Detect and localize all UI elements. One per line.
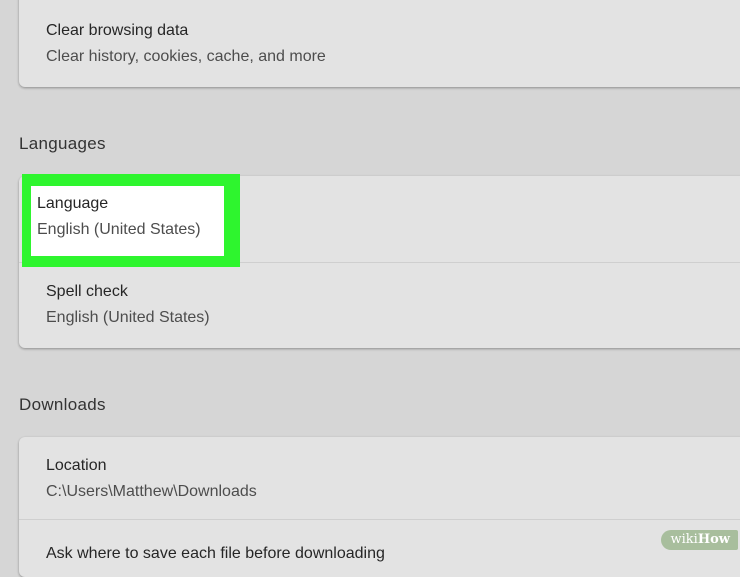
watermark-wiki-text: wiki [670, 532, 698, 547]
languages-heading: Languages [19, 134, 106, 153]
clear-browsing-data-subtitle: Clear history, cookies, cache, and more [46, 48, 326, 65]
language-value: English (United States) [37, 221, 201, 238]
privacy-card: Clear browsing data Clear history, cooki… [19, 0, 740, 87]
spell-check-row[interactable]: Spell check English (United States) [19, 263, 740, 348]
download-location-title: Location [46, 457, 107, 474]
clear-browsing-data-title: Clear browsing data [46, 22, 189, 39]
language-highlight[interactable]: Language English (United States) [22, 174, 240, 267]
spell-check-value: English (United States) [46, 309, 210, 326]
ask-where-to-save-row[interactable]: Ask where to save each file before downl… [19, 520, 740, 577]
downloads-heading: Downloads [19, 395, 106, 414]
ask-where-to-save-title: Ask where to save each file before downl… [46, 545, 385, 562]
language-title: Language [37, 195, 109, 212]
watermark-how-text: How [697, 532, 730, 547]
clear-browsing-data-row[interactable]: Clear browsing data Clear history, cooki… [19, 0, 740, 87]
spell-check-title: Spell check [46, 283, 128, 300]
downloads-card: Location C:\Users\Matthew\Downloads Ask … [19, 437, 740, 577]
download-location-value: C:\Users\Matthew\Downloads [46, 483, 257, 500]
download-location-row[interactable]: Location C:\Users\Matthew\Downloads [19, 437, 740, 519]
wikihow-watermark: wikiHow [660, 530, 738, 550]
